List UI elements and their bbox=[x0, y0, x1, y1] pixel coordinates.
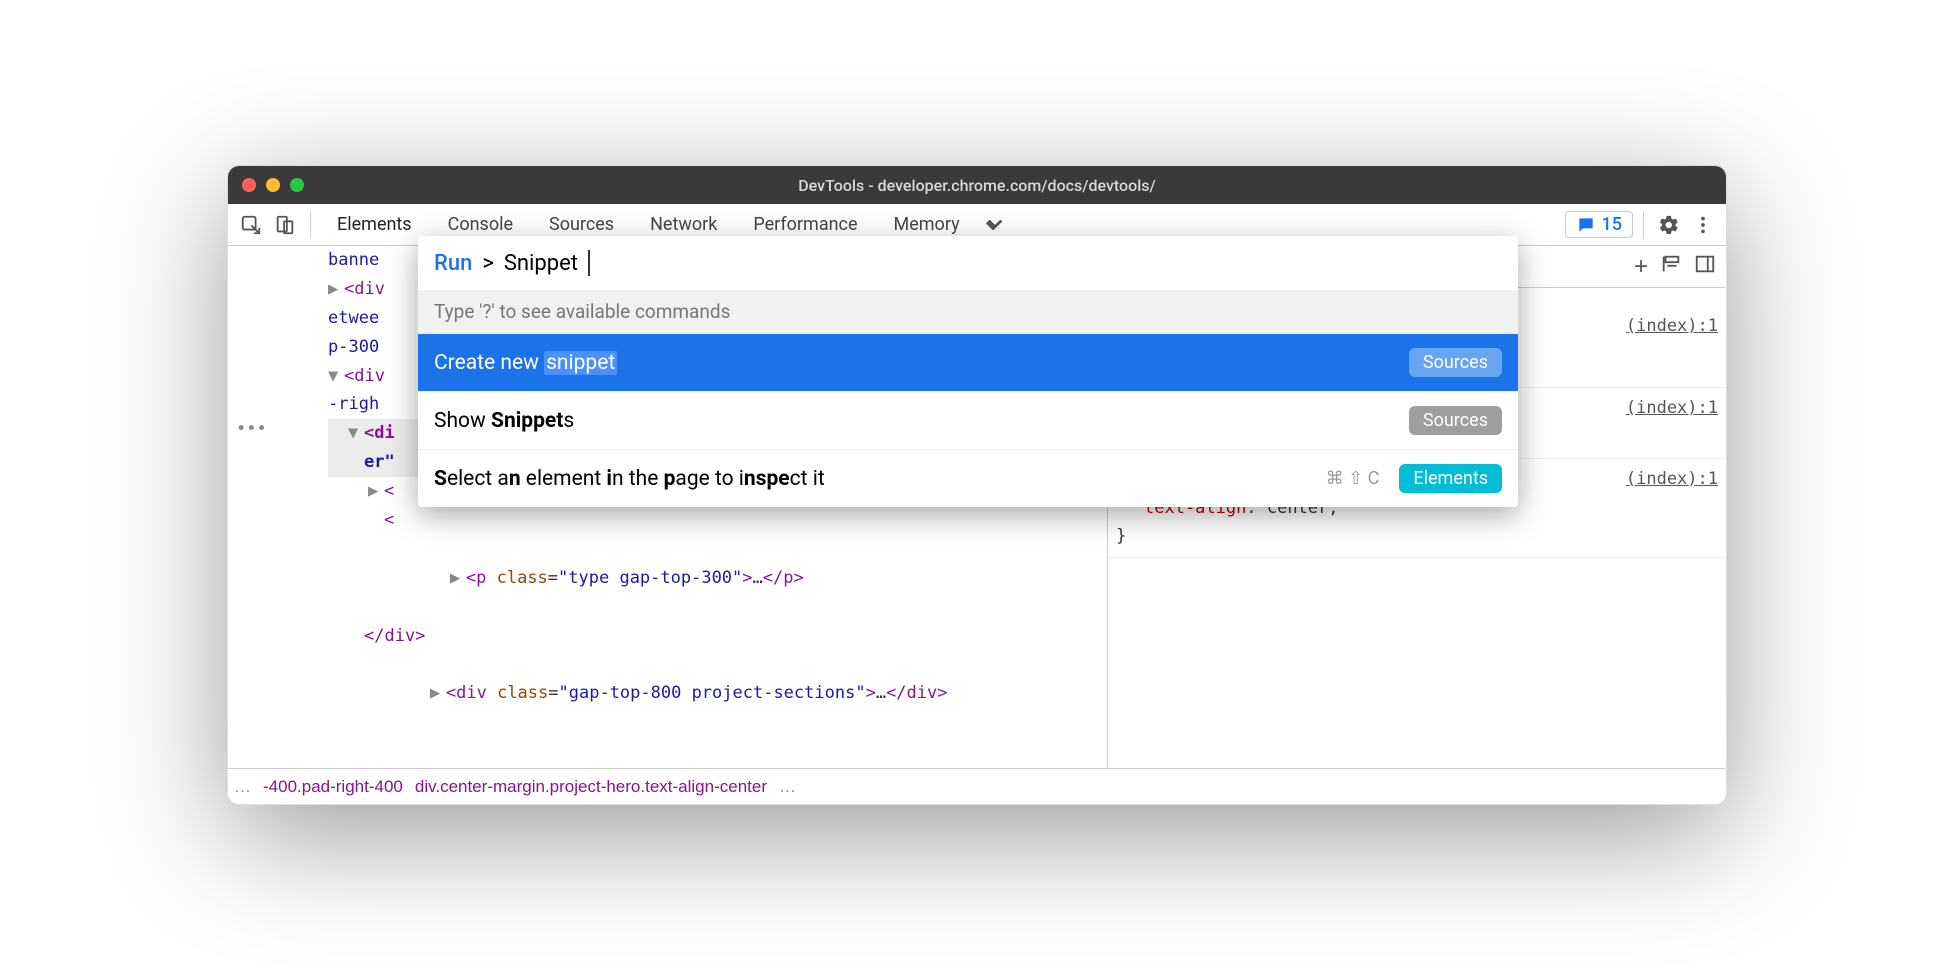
command-item-select-element[interactable]: Select an element in the page to inspect… bbox=[418, 449, 1518, 507]
toolbar-divider bbox=[310, 211, 311, 239]
expand-triangle-icon[interactable]: ▶ bbox=[430, 679, 446, 708]
css-source-link[interactable]: (index):1 bbox=[1626, 465, 1718, 494]
traffic-lights bbox=[242, 178, 304, 192]
issues-icon bbox=[1576, 215, 1596, 235]
close-window-button[interactable] bbox=[242, 178, 256, 192]
window-title: DevTools - developer.chrome.com/docs/dev… bbox=[228, 176, 1726, 195]
issues-badge[interactable]: 15 bbox=[1565, 211, 1633, 238]
tab-elements[interactable]: Elements bbox=[321, 214, 428, 235]
breadcrumb-overflow-right[interactable]: … bbox=[779, 777, 796, 797]
tab-sources[interactable]: Sources bbox=[533, 214, 630, 235]
command-input-row[interactable]: Run >Snippet bbox=[418, 236, 1518, 290]
css-source-link[interactable]: (index):1 bbox=[1626, 394, 1718, 423]
collapse-triangle-icon[interactable]: ▼ bbox=[348, 419, 364, 448]
new-style-rule-icon[interactable]: + bbox=[1634, 253, 1648, 281]
settings-gear-icon[interactable] bbox=[1654, 210, 1684, 240]
command-item-show-snippets[interactable]: Show Snippets Sources bbox=[418, 391, 1518, 449]
command-category-badge: Sources bbox=[1409, 406, 1502, 435]
command-shortcut: ⌘ ⇧ C bbox=[1326, 468, 1380, 489]
expand-triangle-icon[interactable]: ▶ bbox=[328, 275, 344, 304]
tab-memory[interactable]: Memory bbox=[878, 214, 976, 235]
maximize-window-button[interactable] bbox=[290, 178, 304, 192]
breadcrumb-overflow-left[interactable]: … bbox=[234, 777, 251, 797]
devtools-window: DevTools - developer.chrome.com/docs/dev… bbox=[227, 165, 1727, 805]
toolbar-divider-2 bbox=[1643, 211, 1644, 239]
command-category-badge: Elements bbox=[1399, 464, 1502, 493]
device-toolbar-icon[interactable] bbox=[270, 210, 300, 240]
breadcrumb-item[interactable]: div.center-margin.project-hero.text-alig… bbox=[415, 777, 767, 797]
tab-performance[interactable]: Performance bbox=[737, 214, 873, 235]
collapse-triangle-icon[interactable]: ▼ bbox=[328, 362, 344, 391]
command-menu: Run >Snippet Type '?' to see available c… bbox=[418, 236, 1518, 507]
overflow-ellipsis-icon[interactable]: ••• bbox=[236, 419, 264, 439]
dom-breadcrumb: … -400.pad-right-400 div.center-margin.p… bbox=[228, 768, 1726, 804]
breadcrumb-item[interactable]: -400.pad-right-400 bbox=[263, 777, 403, 797]
kebab-menu-icon[interactable] bbox=[1688, 210, 1718, 240]
styles-filter-icon[interactable] bbox=[1660, 253, 1682, 280]
command-hint: Type '?' to see available commands bbox=[418, 290, 1518, 333]
tab-console[interactable]: Console bbox=[432, 214, 529, 235]
expand-triangle-icon[interactable]: ▶ bbox=[450, 564, 466, 593]
command-item-create-snippet[interactable]: Create new snippet Sources bbox=[418, 333, 1518, 391]
titlebar: DevTools - developer.chrome.com/docs/dev… bbox=[228, 166, 1726, 204]
more-tabs-chevron-icon[interactable] bbox=[980, 210, 1010, 240]
command-category-badge: Sources bbox=[1409, 348, 1502, 377]
expand-triangle-icon[interactable]: ▶ bbox=[368, 477, 384, 506]
toggle-panel-icon[interactable] bbox=[1694, 253, 1716, 280]
css-source-link[interactable]: (index):1 bbox=[1626, 312, 1718, 341]
inspect-element-icon[interactable] bbox=[236, 210, 266, 240]
tab-network[interactable]: Network bbox=[634, 214, 733, 235]
minimize-window-button[interactable] bbox=[266, 178, 280, 192]
issues-count: 15 bbox=[1602, 214, 1622, 235]
